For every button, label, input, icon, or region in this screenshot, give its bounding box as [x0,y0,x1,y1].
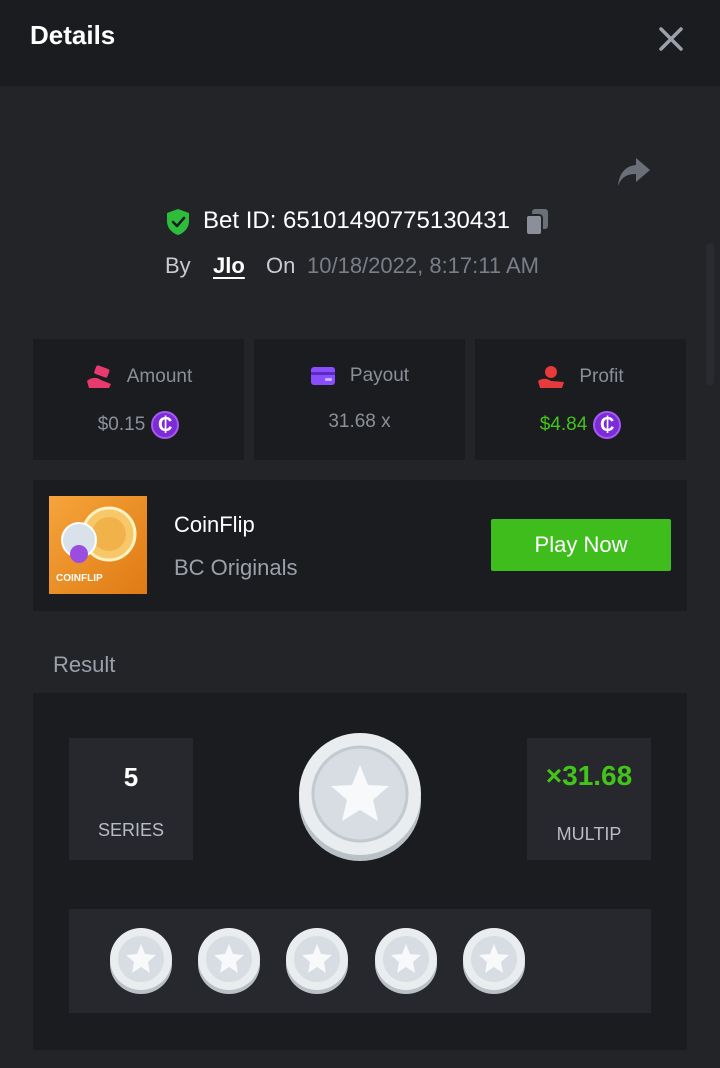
close-icon[interactable] [654,22,688,56]
profit-label: Profit [579,366,624,387]
series-label: SERIES [97,820,165,840]
series-value: 5 [123,762,139,792]
money-hand-icon [86,365,111,388]
amount-label: Amount [126,366,193,387]
profit-value: $4.84 [539,414,588,435]
copy-icon[interactable] [524,207,550,237]
card-icon [310,367,335,385]
silver-star-coin-icon [110,928,172,994]
game-thumbnail[interactable]: COINFLIP [49,496,147,594]
page-title: Details [30,20,116,50]
silver-star-coin-icon [375,928,437,994]
multiplier-value: ×31.68 [545,760,633,791]
share-icon[interactable] [614,154,654,190]
bet-id: Bet ID: 65101490775130431 [203,207,510,234]
game-thumb-label: COINFLIP [56,573,103,584]
amount-value: $0.15 [97,414,146,435]
payout-label: Payout [349,365,410,386]
silver-star-coin-icon [463,928,525,994]
multiplier-box: ×31.68 MULTIP [527,738,651,860]
multiplier-label: MULTIP [556,824,622,844]
series-box: 5 SERIES [69,738,193,860]
hand-coin-icon [538,366,565,388]
bet-id-row: Bet ID: 65101490775130431 [0,203,720,239]
profit-card: Profit $4.84 ₵ [475,339,686,460]
user-link[interactable]: Jlo [213,253,245,279]
bet-meta-row: By Jlo On 10/18/2022, 8:17:11 AM [0,250,720,282]
game-card: COINFLIP CoinFlip BC Originals Play Now [33,480,687,611]
game-provider: BC Originals [174,555,298,580]
result-panel: 5 SERIES ×31.68 MULTIP [33,693,687,1050]
game-name: CoinFlip [174,512,255,537]
silver-star-coin-icon [299,733,421,861]
silver-star-coin-icon [198,928,260,994]
silver-star-coin-icon [286,928,348,994]
play-now-button[interactable]: Play Now [491,519,671,571]
currency-coin-icon: ₵ [151,411,180,439]
amount-card: Amount $0.15 ₵ [33,339,244,460]
result-section-label: Result [53,652,116,677]
payout-value: 31.68 x [328,411,391,432]
shield-check-icon [167,209,189,235]
header: Details [0,0,720,86]
payout-card: Payout 31.68 x [254,339,465,460]
flip-history [69,909,651,1013]
bet-datetime: 10/18/2022, 8:17:11 AM [307,253,539,278]
on-label: On [266,253,296,278]
by-label: By [165,253,191,278]
currency-coin-icon: ₵ [593,411,622,439]
scrollbar[interactable] [706,243,714,385]
